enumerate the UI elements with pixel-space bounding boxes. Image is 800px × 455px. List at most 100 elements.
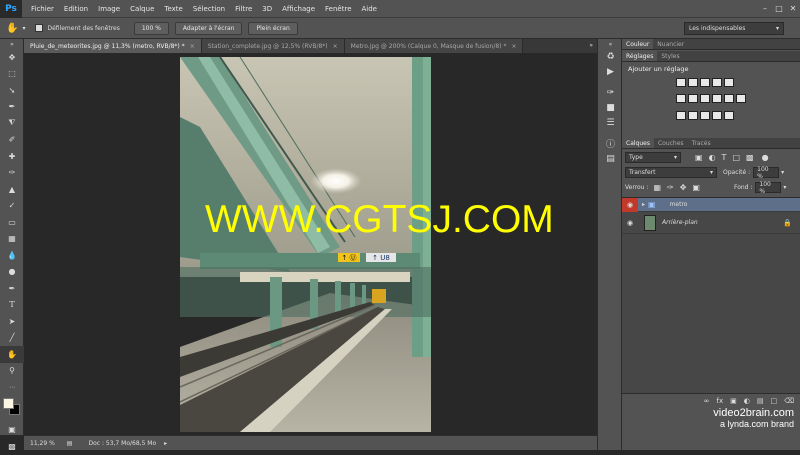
levels-icon[interactable] xyxy=(688,78,698,87)
menu-texte[interactable]: Texte xyxy=(159,5,187,13)
layer-name[interactable]: Arrière-plan xyxy=(662,219,698,226)
brightness-icon[interactable] xyxy=(676,78,686,87)
brush-panel-icon[interactable]: ✑ xyxy=(598,85,623,100)
lock-transparency-icon[interactable]: ▦ xyxy=(653,183,661,192)
tab-nuancier[interactable]: Nuancier xyxy=(653,39,688,49)
healing-brush-tool-icon[interactable]: ✚ xyxy=(0,148,24,165)
document-image[interactable]: ↑ Ⓤ ↑ U8 xyxy=(180,57,431,432)
photo-filter-icon[interactable] xyxy=(712,94,722,103)
add-mask-icon[interactable]: ▣ xyxy=(730,397,737,405)
opacity-field[interactable]: 100 % xyxy=(753,166,780,180)
tab-calques[interactable]: Calques xyxy=(622,138,654,148)
move-tool-icon[interactable]: ✥ xyxy=(0,49,24,66)
hand-tool-icon[interactable]: ✋ xyxy=(0,346,24,363)
screen-mode-icon[interactable]: ▩ xyxy=(0,438,24,455)
blend-mode-select[interactable]: Transfert ▾ xyxy=(625,167,717,178)
filter-adjustment-icon[interactable]: ◐ xyxy=(709,153,716,162)
quick-mask-icon[interactable]: ▣ xyxy=(0,422,24,439)
black-white-icon[interactable] xyxy=(700,94,710,103)
hue-saturation-icon[interactable] xyxy=(676,94,686,103)
gradient-tool-icon[interactable]: ▦ xyxy=(0,231,24,248)
posterize-icon[interactable] xyxy=(688,111,698,120)
type-tool-icon[interactable]: T xyxy=(0,297,24,314)
toolbox-collapse-icon[interactable]: » xyxy=(0,39,24,49)
tab-styles[interactable]: Styles xyxy=(657,51,683,61)
trash-icon[interactable]: ⌫ xyxy=(784,397,794,405)
info-panel-icon[interactable]: ⓘ xyxy=(598,136,623,151)
expand-arrow-icon[interactable]: ▸ xyxy=(642,201,645,208)
menu-image[interactable]: Image xyxy=(93,5,125,13)
zoom-level[interactable]: 11,29 % xyxy=(30,440,55,447)
hand-tool-icon[interactable]: ✋ xyxy=(6,23,18,34)
color-swatches[interactable] xyxy=(0,396,23,422)
menu-3d[interactable]: 3D xyxy=(257,5,277,13)
close-icon[interactable]: ✕ xyxy=(786,2,800,16)
layer-filter-select[interactable]: Type ▾ xyxy=(625,152,681,163)
layer-row-metro[interactable]: ◉ ▸ ▣ metro xyxy=(622,197,800,212)
menu-calque[interactable]: Calque xyxy=(125,5,159,13)
close-icon[interactable]: × xyxy=(333,43,338,50)
adjustment-layer-icon[interactable]: ◐ xyxy=(744,397,750,405)
eyedropper-tool-icon[interactable]: ✐ xyxy=(0,132,24,149)
lock-position-icon[interactable]: ✥ xyxy=(680,183,687,192)
menu-selection[interactable]: Sélection xyxy=(188,5,230,13)
status-toggle-icon[interactable]: ▤ xyxy=(67,440,73,447)
lasso-tool-icon[interactable]: ➘ xyxy=(0,82,24,99)
actions-panel-icon[interactable]: ▶ xyxy=(598,64,623,79)
maximize-icon[interactable]: □ xyxy=(772,2,786,16)
tab-couches[interactable]: Couches xyxy=(654,138,688,148)
channel-mixer-icon[interactable] xyxy=(724,94,734,103)
dodge-tool-icon[interactable]: ● xyxy=(0,264,24,281)
character-panel-icon[interactable]: ▤ xyxy=(598,151,623,166)
clone-stamp-tool-icon[interactable]: ▲ xyxy=(0,181,24,198)
filter-type-icon[interactable]: T xyxy=(722,153,727,162)
quick-selection-tool-icon[interactable]: ✒ xyxy=(0,99,24,116)
workspace-select[interactable]: Les indispensables ▾ xyxy=(684,22,784,35)
link-layers-icon[interactable]: ∞ xyxy=(704,397,710,405)
marquee-tool-icon[interactable]: ⬚ xyxy=(0,66,24,83)
foreground-color-swatch[interactable] xyxy=(3,397,14,409)
layer-name[interactable]: metro xyxy=(670,201,688,208)
selective-color-icon[interactable] xyxy=(724,111,734,120)
layer-row-background[interactable]: ◉ Arrière-plan 🔒 xyxy=(622,212,800,234)
menu-affichage[interactable]: Affichage xyxy=(277,5,320,13)
filter-image-icon[interactable]: ▣ xyxy=(695,153,703,162)
edit-toolbar-icon[interactable]: ⋯ xyxy=(0,379,24,396)
properties-panel-icon[interactable]: ☰ xyxy=(598,115,623,130)
brush-tool-icon[interactable]: ✑ xyxy=(0,165,24,182)
layer-style-icon[interactable]: fx xyxy=(717,397,724,405)
lock-all-icon[interactable]: ▣ xyxy=(692,183,700,192)
menu-fenetre[interactable]: Fenêtre xyxy=(320,5,356,13)
line-tool-icon[interactable]: ╱ xyxy=(0,330,24,347)
menu-aide[interactable]: Aide xyxy=(357,5,382,13)
menu-filtre[interactable]: Filtre xyxy=(230,5,257,13)
crop-tool-icon[interactable]: ⧨ xyxy=(0,115,24,132)
zoom-tool-icon[interactable]: ⚲ xyxy=(0,363,24,380)
eraser-tool-icon[interactable]: ▭ xyxy=(0,214,24,231)
curves-icon[interactable] xyxy=(700,78,710,87)
exposure-icon[interactable] xyxy=(712,78,722,87)
color-lookup-icon[interactable] xyxy=(736,94,746,103)
tab-reglages[interactable]: Réglages xyxy=(622,51,658,61)
tool-preset-chevron-icon[interactable]: ▾ xyxy=(22,25,25,32)
menu-fichier[interactable]: Fichier xyxy=(26,5,59,13)
fit-screen-button[interactable]: Adapter à l'écran xyxy=(174,21,243,35)
lock-pixels-icon[interactable]: ✑ xyxy=(667,183,674,192)
gradient-map-icon[interactable] xyxy=(712,111,722,120)
visibility-eye-icon[interactable]: ◉ xyxy=(622,197,638,212)
threshold-icon[interactable] xyxy=(700,111,710,120)
status-menu-icon[interactable]: ▸ xyxy=(164,440,167,447)
pen-tool-icon[interactable]: ✒ xyxy=(0,280,24,297)
tab-pluie-de-meteorites[interactable]: Pluie_de_meteorites.jpg @ 11,3% (metro, … xyxy=(24,39,202,53)
visibility-eye-icon[interactable]: ◉ xyxy=(622,219,638,227)
fill-field[interactable]: 100 % xyxy=(755,181,782,195)
history-brush-tool-icon[interactable]: ✓ xyxy=(0,198,24,215)
color-balance-icon[interactable] xyxy=(688,94,698,103)
invert-icon[interactable] xyxy=(676,111,686,120)
new-layer-icon[interactable]: □ xyxy=(770,397,777,405)
new-group-icon[interactable]: ▤ xyxy=(757,397,764,405)
tab-station-complete[interactable]: Station_complete.jpg @ 12,5% (RVB/8*) × xyxy=(201,39,345,53)
tab-overflow-icon[interactable]: » xyxy=(585,39,597,53)
filter-smart-icon[interactable]: ▩ xyxy=(746,153,754,162)
menu-edition[interactable]: Edition xyxy=(59,5,93,13)
